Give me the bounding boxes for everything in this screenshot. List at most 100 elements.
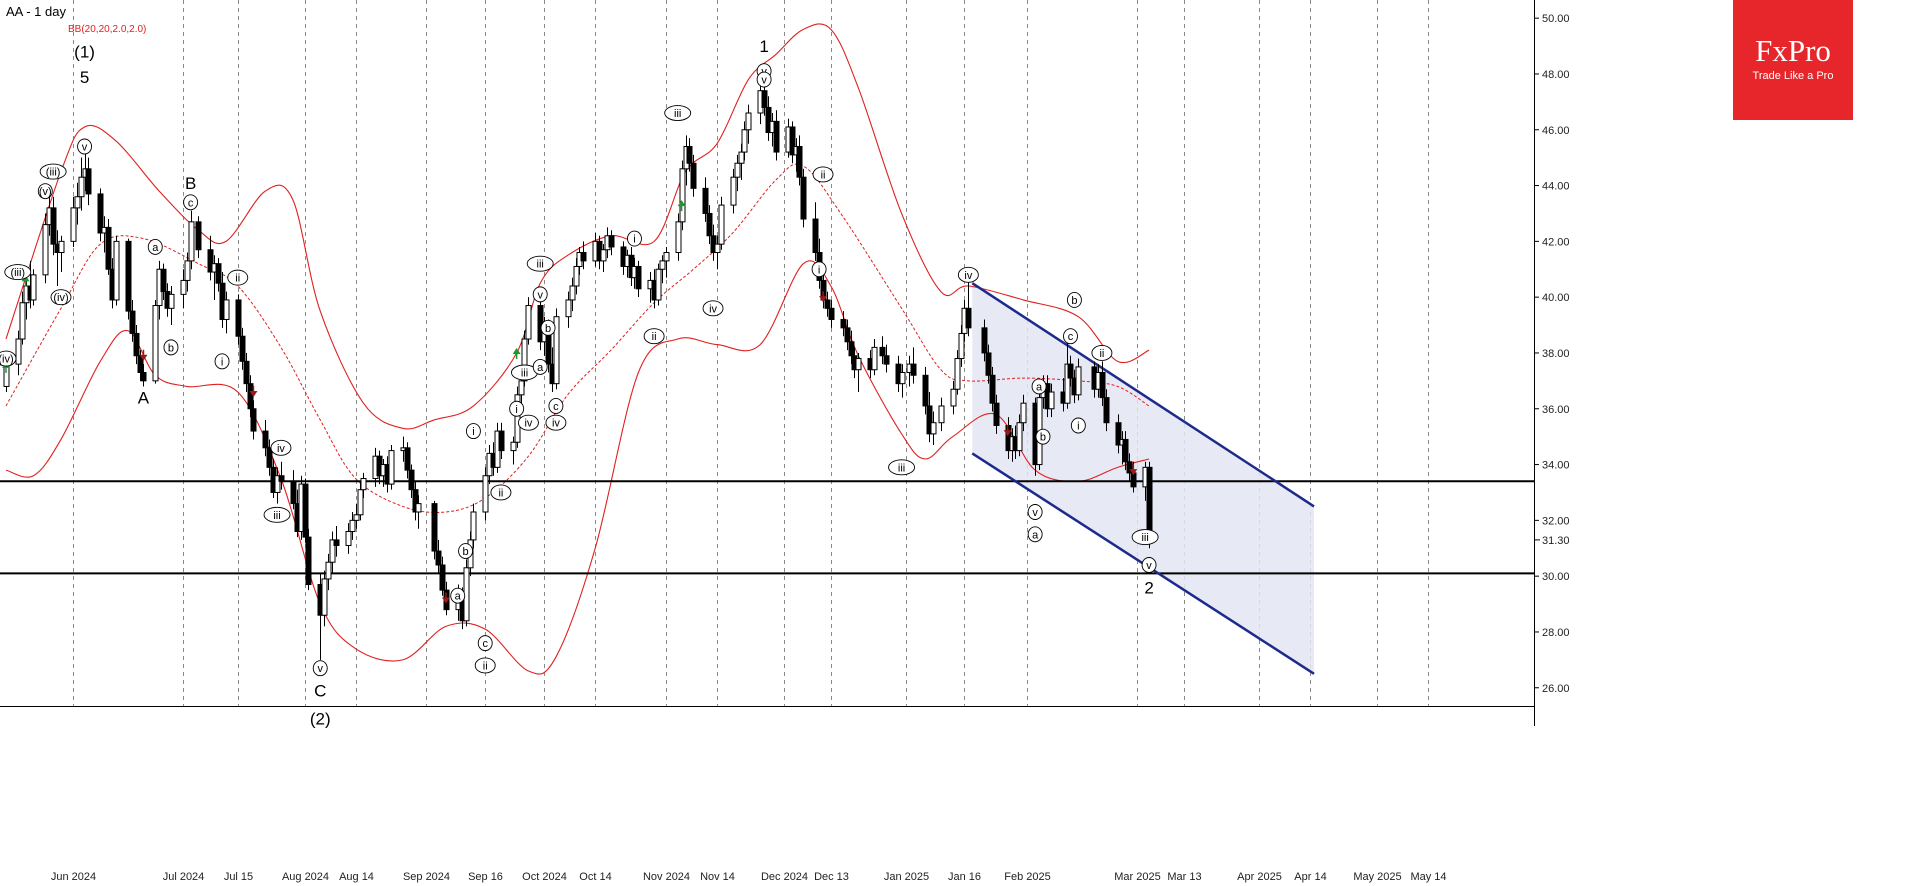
candle-body-up: [360, 478, 367, 491]
wave-label-text: i: [515, 404, 517, 416]
wave-label-text: a: [537, 362, 544, 374]
candle: [305, 528, 312, 591]
wave-label-text: c: [1068, 331, 1074, 343]
candle-body-up: [470, 511, 477, 541]
wave-label-text: iv: [277, 443, 285, 455]
x-tick-label: Oct 14: [579, 871, 611, 883]
wave-label-text: v: [317, 663, 323, 675]
wave-label-text: iii: [273, 510, 280, 522]
candle-body-up: [954, 358, 961, 390]
candle-body-down: [879, 346, 886, 357]
candle: [113, 235, 120, 306]
x-tick-label: May 14: [1410, 871, 1446, 883]
candle-body-up: [663, 252, 670, 262]
candle-body-down: [140, 371, 147, 382]
y-tick-label: 40.00: [1542, 292, 1570, 304]
wave-label-text: c: [482, 638, 488, 650]
wave-label-major: 1: [759, 37, 768, 56]
candle-body-down: [215, 263, 222, 284]
candle: [910, 347, 917, 384]
candle-body-up: [58, 240, 65, 254]
x-tick-label: Jun 2024: [51, 871, 96, 883]
wave-label-text: ii: [498, 487, 503, 499]
candle: [871, 339, 878, 376]
price-chart[interactable]: (iv)(iii)(v)(iii)(iv)(1)5vAabBciiiiviiiv…: [0, 0, 1914, 886]
candle-body-down: [922, 374, 929, 407]
candle-body-down: [431, 503, 438, 552]
buy-arrow-icon: [512, 347, 521, 354]
candle: [388, 445, 395, 490]
candle: [635, 260, 642, 298]
candle-body-down: [635, 265, 642, 290]
wave-label-text: iv: [552, 418, 560, 430]
candle-body-down: [1130, 472, 1137, 488]
wave-label-text: i: [472, 426, 474, 438]
x-tick-label: Aug 2024: [282, 871, 329, 883]
x-tick-label: Mar 2025: [1114, 871, 1160, 883]
x-tick-label: Nov 14: [700, 871, 735, 883]
candle-body-up: [321, 578, 328, 616]
candle-body-up: [741, 129, 748, 153]
candle-body-up: [113, 240, 120, 301]
wave-label-text: ii: [235, 273, 240, 285]
wave-label-major: (1): [74, 43, 95, 62]
candle-body-up: [938, 405, 945, 424]
candle-body-down: [883, 355, 890, 365]
x-tick-label: Mar 13: [1167, 871, 1201, 883]
candle-body-down: [50, 207, 57, 245]
candle-body-up: [734, 162, 741, 178]
candle-body-up: [15, 338, 22, 365]
candle-body-up: [78, 176, 85, 198]
wave-label-text: v: [761, 75, 767, 87]
candle: [58, 235, 65, 273]
candle-body-up: [415, 503, 422, 513]
y-tick-label: 36.00: [1542, 404, 1570, 416]
candle-body-down: [844, 327, 851, 343]
candle-body-down: [278, 475, 285, 482]
candle: [553, 308, 560, 390]
wave-label-text: v: [537, 289, 543, 301]
x-tick-label: Oct 2024: [522, 871, 567, 883]
candle-body-down: [160, 268, 167, 293]
wave-label-text: a: [1036, 381, 1043, 393]
candle-body-up: [168, 293, 175, 309]
wave-label-text: i: [1077, 421, 1079, 433]
candle-body-down: [1099, 371, 1106, 399]
price-axis: 26.00 28.00 30.00 32.00 34.00 36.00 38.00 40.00…: [1534, 0, 1570, 726]
y-tick-label: 32.00: [1542, 515, 1570, 527]
wave-label-text: iii: [537, 259, 544, 271]
x-tick-label: Apr 2025: [1237, 871, 1282, 883]
candle-body-down: [133, 332, 140, 357]
wave-label-text: (iv): [0, 354, 14, 366]
candle-body-up: [388, 450, 395, 485]
candle-body-down: [129, 310, 136, 334]
brand-name: FxPro: [1755, 33, 1831, 68]
wave-label-text: ii: [821, 169, 826, 181]
wave-label-text: b: [1071, 295, 1077, 307]
candle-body-down: [239, 335, 246, 362]
candle-body-up: [730, 176, 737, 206]
wave-label-major: (2): [310, 709, 331, 728]
candle: [152, 299, 159, 384]
candle-body-up: [70, 207, 77, 242]
signal-arrows: [2, 200, 1138, 604]
wave-label-text: iii: [674, 108, 681, 120]
wave-label-text: b: [168, 342, 174, 354]
candle-body-down: [686, 146, 693, 164]
candle-body-up: [353, 514, 360, 521]
candle-body-up: [958, 332, 965, 360]
brand-logo: FxPro Trade Like a Pro: [1733, 0, 1853, 120]
candle: [655, 263, 662, 306]
wave-label-text: ii: [483, 660, 488, 672]
candle-body-up: [325, 561, 332, 580]
candle-body-down: [848, 341, 855, 357]
candle-body-down: [439, 564, 446, 591]
chart-title: AA - 1 day: [6, 4, 66, 19]
candle-body-up: [518, 380, 525, 396]
brand-tagline: Trade Like a Pro: [1752, 70, 1834, 82]
wave-label-text: b: [463, 546, 469, 558]
candle-body-down: [235, 299, 242, 337]
candle: [207, 235, 214, 281]
candle-body-up: [745, 112, 752, 131]
wave-label-text: (iii): [10, 267, 25, 279]
